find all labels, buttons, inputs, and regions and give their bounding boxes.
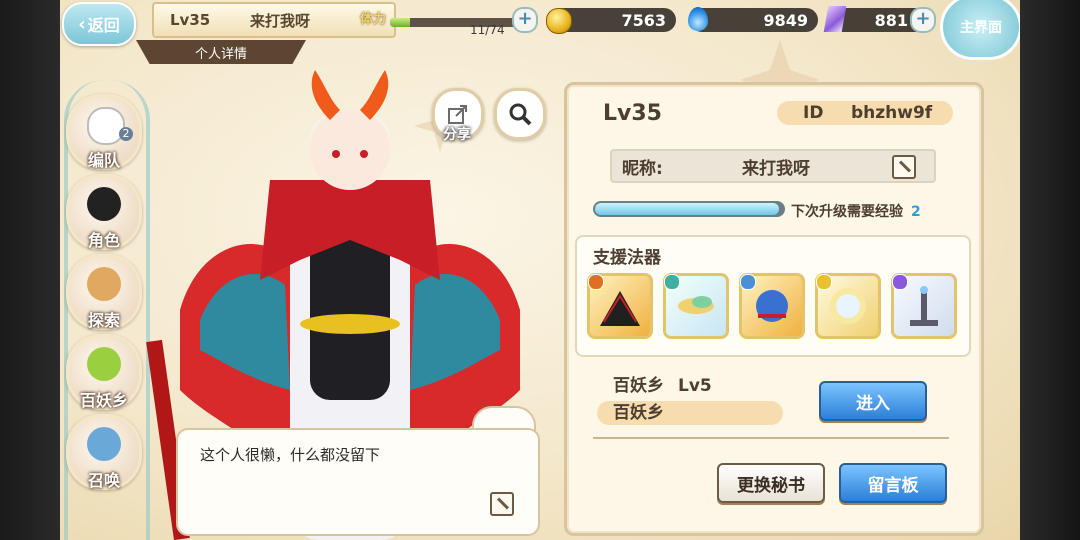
gems-value: 881 — [874, 10, 908, 30]
black-fan-artifact[interactable] — [587, 273, 653, 339]
player-id-box: ID bhzhw9f — [777, 101, 953, 125]
nickname-label: 昵称: — [622, 158, 663, 179]
game-screen: ‹ 返回 Lv35 来打我呀 个人详情 体力 11/74 + 7563 9849… — [60, 0, 1020, 540]
enter-village-button[interactable]: 进入 — [819, 381, 927, 421]
nav-village-label: 百妖乡 — [79, 391, 128, 410]
right-bezel — [1020, 0, 1080, 540]
attribute-badge-icon — [892, 274, 908, 290]
xp-bar-fill — [595, 203, 780, 215]
nav-village[interactable]: 百妖乡 — [66, 334, 142, 410]
panel-divider — [593, 437, 949, 439]
stamina-label: 体力 — [360, 12, 387, 27]
id-value: bhzhw9f — [851, 103, 933, 123]
xp-value: 2 — [911, 204, 921, 220]
player-info-panel: Lv35 ID bhzhw9f 昵称: 来打我呀 下次升级需要经验 2 支援法器 — [564, 82, 984, 536]
nav-explore-label: 探索 — [87, 311, 120, 330]
player-level: Lv35 — [603, 101, 662, 126]
ghost-icon — [87, 107, 125, 145]
nav-summon-label: 召唤 — [87, 471, 120, 490]
face-shape — [310, 110, 390, 190]
home-label: 主界面 — [960, 20, 1002, 36]
nav-formation[interactable]: 2 编队 — [66, 94, 142, 170]
spirit-value: 9849 — [763, 10, 808, 30]
attribute-badge-icon — [740, 274, 756, 290]
banner-level: Lv35 — [170, 11, 211, 29]
feather-ring-artifact[interactable] — [663, 273, 729, 339]
attribute-badge-icon — [588, 274, 604, 290]
left-eye — [332, 150, 340, 158]
nav-characters-label: 角色 — [87, 231, 120, 250]
id-label: ID — [803, 103, 824, 123]
home-button[interactable]: 主界面 — [940, 0, 1020, 60]
summon-swirl-icon — [87, 427, 121, 461]
back-button[interactable]: ‹ 返回 — [62, 2, 136, 46]
nickname-value: 来打我呀 — [742, 158, 810, 179]
add-stamina-button[interactable]: + — [512, 7, 538, 33]
add-gems-button[interactable]: + — [910, 7, 936, 33]
stamina-value: 11/74 — [470, 23, 505, 37]
top-bar: ‹ 返回 Lv35 来打我呀 个人详情 体力 11/74 + 7563 9849… — [60, 0, 1020, 64]
rope-belt — [300, 314, 400, 334]
support-artifacts-box: 支援法器 — [575, 235, 971, 357]
character-portrait-icon — [87, 187, 121, 221]
back-label: 返回 — [87, 16, 120, 35]
right-eye — [360, 150, 368, 158]
edit-nickname-icon[interactable] — [892, 155, 916, 179]
side-nav: 2 编队 角色 探索 百妖乡 召唤 — [60, 80, 150, 540]
chevron-left-icon: ‹ — [78, 13, 86, 35]
left-bezel — [0, 0, 60, 540]
nickname-field: 昵称: 来打我呀 — [610, 149, 936, 183]
attribute-badge-icon — [664, 274, 680, 290]
message-board-button[interactable]: 留言板 — [839, 463, 947, 503]
village-level: Lv5 — [678, 376, 712, 396]
nav-characters[interactable]: 角色 — [66, 174, 142, 250]
scroll-icon — [87, 267, 121, 301]
formation-badge: 2 — [119, 127, 133, 141]
change-secretary-button[interactable]: 更换秘书 — [717, 463, 825, 503]
xp-label: 下次升级需要经验 — [791, 204, 903, 220]
xp-info: 下次升级需要经验 2 — [791, 201, 921, 221]
attribute-badge-icon — [816, 274, 832, 290]
blue-flame-icon — [688, 7, 708, 31]
magnifier-icon — [509, 103, 532, 126]
share-icon — [448, 105, 467, 124]
stamina-meter: 体力 11/74 — [360, 8, 530, 37]
nav-summon[interactable]: 召唤 — [66, 414, 142, 490]
blue-dragon-artifact[interactable] — [739, 273, 805, 339]
zoom-button[interactable] — [494, 88, 546, 140]
candle-stand-artifact[interactable] — [891, 273, 957, 339]
support-title: 支援法器 — [593, 248, 661, 268]
nav-explore[interactable]: 探索 — [66, 254, 142, 330]
sun-mirror-artifact[interactable] — [815, 273, 881, 339]
stamina-bar-fill — [390, 18, 410, 27]
village-label: 百妖乡 — [613, 376, 664, 396]
coins-value: 7563 — [621, 10, 666, 30]
village-icon — [87, 347, 121, 381]
share-label: 分享 — [443, 127, 471, 143]
spirit-counter: 9849 — [690, 8, 818, 32]
bio-text: 这个人很懒，什么都没留下 — [200, 446, 381, 464]
nav-formation-label: 编队 — [87, 151, 120, 170]
village-name-field: 百妖乡 — [597, 401, 783, 425]
coin-icon — [546, 8, 572, 34]
village-summary: 百妖乡 Lv5 — [613, 371, 712, 396]
bio-speech-bubble: 这个人很懒，什么都没留下 — [176, 428, 540, 536]
banner-player-name: 来打我呀 — [250, 11, 311, 30]
xp-bar — [593, 201, 785, 217]
edit-bio-icon[interactable] — [490, 492, 514, 516]
